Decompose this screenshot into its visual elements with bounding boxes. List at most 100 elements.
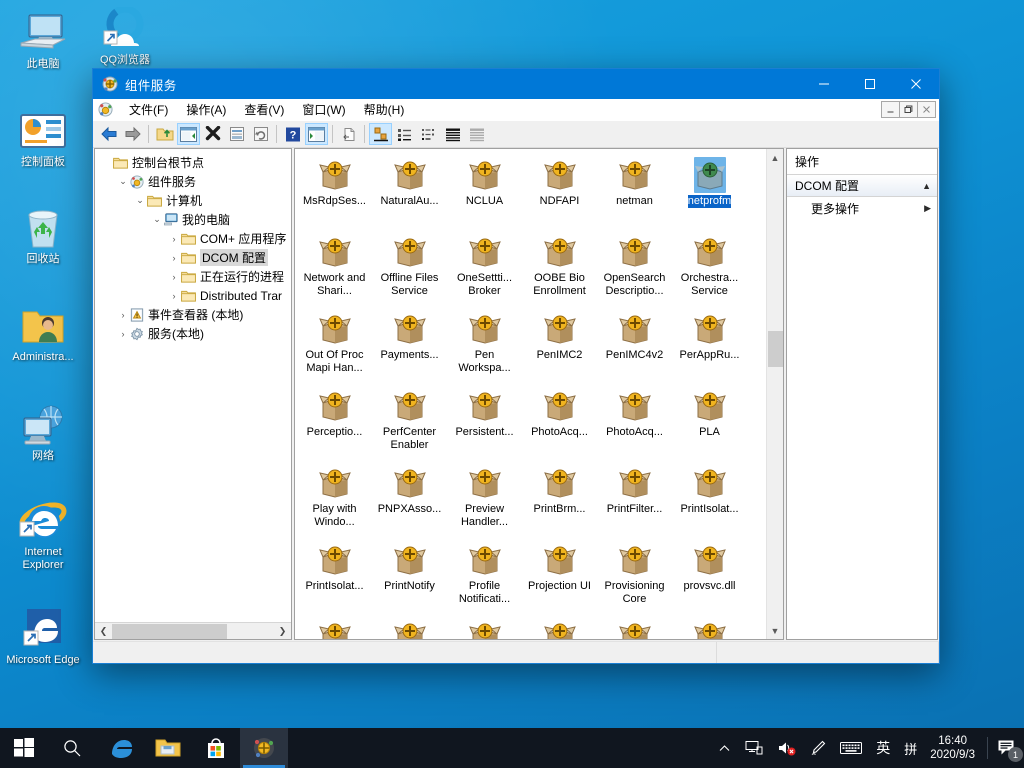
dcom-item[interactable]: Offline Files Service: [372, 230, 447, 307]
dcom-item[interactable]: PrintIsolat...: [297, 538, 372, 615]
tray-chevron-up-icon[interactable]: [711, 728, 738, 768]
tree-horizontal-scrollbar[interactable]: ❮ ❯: [95, 622, 291, 639]
dcom-item[interactable]: [297, 615, 372, 639]
export-list-button[interactable]: [305, 123, 328, 145]
dcom-item[interactable]: OOBE Bio Enrollment: [522, 230, 597, 307]
dcom-item[interactable]: NDFAPI: [522, 153, 597, 230]
small-icons-button[interactable]: [393, 123, 416, 145]
dcom-item[interactable]: PerAppRu...: [672, 307, 747, 384]
dcom-item[interactable]: OpenSearch Descriptio...: [597, 230, 672, 307]
dcom-item[interactable]: OneSettti... Broker: [447, 230, 522, 307]
forward-button[interactable]: [121, 123, 144, 145]
close-button[interactable]: [893, 69, 939, 99]
console-tree[interactable]: 控制台根节点⌄组件服务⌄计算机⌄我的电脑›COM+ 应用程序›DCOM 配置›正…: [95, 149, 291, 622]
menu-help[interactable]: 帮助(H): [355, 99, 414, 120]
chevron-right-icon[interactable]: ›: [167, 272, 181, 282]
scroll-right-arrow-icon[interactable]: ❯: [274, 626, 291, 637]
dcom-item[interactable]: Profile Notificati...: [447, 538, 522, 615]
tree-item-4[interactable]: ›COM+ 应用程序: [99, 229, 291, 248]
dcom-item[interactable]: Preview Handler...: [447, 461, 522, 538]
ime-language-indicator[interactable]: 英: [869, 728, 897, 768]
dcom-item[interactable]: NaturalAu...: [372, 153, 447, 230]
chevron-down-icon[interactable]: ⌄: [133, 195, 147, 206]
back-button[interactable]: [97, 123, 120, 145]
desktop-icon-this-pc[interactable]: 此电脑: [4, 10, 82, 71]
dcom-item[interactable]: PerfCenter Enabler: [372, 384, 447, 461]
help-button[interactable]: ?: [281, 123, 304, 145]
ime-mode-indicator[interactable]: 拼: [897, 728, 924, 768]
dcom-item[interactable]: PrintNotify: [372, 538, 447, 615]
dcom-item[interactable]: MsRdpSes...: [297, 153, 372, 230]
maximize-button[interactable]: [847, 69, 893, 99]
dcom-item[interactable]: netprofm: [672, 153, 747, 230]
dcom-item[interactable]: Projection UI: [522, 538, 597, 615]
network-tray-icon[interactable]: [738, 728, 770, 768]
chevron-right-icon[interactable]: ›: [116, 329, 130, 339]
dcom-item[interactable]: PhotoAcq...: [522, 384, 597, 461]
dcom-item[interactable]: Orchestra... Service: [672, 230, 747, 307]
menu-view[interactable]: 查看(V): [235, 99, 293, 120]
desktop-icon-qq-browser[interactable]: QQ浏览器: [86, 6, 164, 67]
chevron-down-icon[interactable]: ⌄: [116, 176, 130, 187]
large-icons-button[interactable]: [369, 123, 392, 145]
refresh-button[interactable]: [249, 123, 272, 145]
dcom-item[interactable]: Persistent...: [447, 384, 522, 461]
touch-keyboard-tray-icon[interactable]: [833, 728, 869, 768]
edge-icon[interactable]: [96, 728, 144, 768]
desktop-icon-administrator[interactable]: Administra...: [4, 303, 82, 364]
dcom-item[interactable]: PrintBrm...: [522, 461, 597, 538]
action-more-actions[interactable]: 更多操作 ▶: [787, 197, 937, 219]
dcom-item[interactable]: NCLUA: [447, 153, 522, 230]
icon-grid-viewport[interactable]: MsRdpSes...NaturalAu...NCLUANDFAPInetman…: [295, 149, 766, 639]
desktop-icon-microsoft-edge[interactable]: Microsoft Edge: [4, 606, 82, 667]
chevron-right-icon[interactable]: ›: [116, 310, 130, 320]
dcom-item[interactable]: PenIMC2: [522, 307, 597, 384]
desktop-icon-internet-explorer[interactable]: Internet Explorer: [4, 498, 82, 572]
dcom-item[interactable]: Network and Shari...: [297, 230, 372, 307]
chevron-down-icon[interactable]: ⌄: [150, 214, 164, 225]
delete-button[interactable]: [201, 123, 224, 145]
menu-window[interactable]: 窗口(W): [293, 99, 354, 120]
scroll-track[interactable]: [767, 166, 783, 622]
dcom-item[interactable]: PhotoAcq...: [597, 384, 672, 461]
scroll-thumb[interactable]: [112, 624, 227, 639]
properties-button[interactable]: [225, 123, 248, 145]
tree-item-5[interactable]: ›DCOM 配置: [99, 248, 291, 267]
dcom-item[interactable]: PLA: [672, 384, 747, 461]
menu-file[interactable]: 文件(F): [120, 99, 177, 120]
dcom-item[interactable]: PNPXAsso...: [372, 461, 447, 538]
list-vertical-scrollbar[interactable]: ▲ ▼: [766, 149, 783, 639]
scroll-down-arrow-icon[interactable]: ▼: [767, 622, 783, 639]
dcom-item[interactable]: netman: [597, 153, 672, 230]
scroll-thumb[interactable]: [768, 331, 783, 367]
desktop-icon-recycle-bin[interactable]: 回收站: [4, 205, 82, 266]
volume-muted-tray-icon[interactable]: [770, 728, 803, 768]
component-services-taskbar-icon[interactable]: [240, 728, 288, 768]
tree-item-2[interactable]: ⌄计算机: [99, 191, 291, 210]
tree-item-3[interactable]: ⌄我的电脑: [99, 210, 291, 229]
window-titlebar[interactable]: 组件服务: [93, 69, 939, 99]
dcom-item[interactable]: [447, 615, 522, 639]
notification-center-icon[interactable]: 1: [990, 728, 1024, 768]
dcom-item[interactable]: [672, 615, 747, 639]
dcom-item[interactable]: PrintFilter...: [597, 461, 672, 538]
mdi-minimize-button[interactable]: [881, 101, 900, 118]
chevron-right-icon[interactable]: ›: [167, 253, 181, 263]
new-window-button[interactable]: [337, 123, 360, 145]
minimize-button[interactable]: [801, 69, 847, 99]
search-icon[interactable]: [48, 728, 96, 768]
clock[interactable]: 16:40 2020/9/3: [924, 734, 985, 762]
dcom-item[interactable]: PrintIsolat...: [672, 461, 747, 538]
dcom-item[interactable]: Perceptio...: [297, 384, 372, 461]
tree-item-0[interactable]: 控制台根节点: [99, 153, 291, 172]
start-button[interactable]: [0, 728, 48, 768]
actions-group-dcom-config[interactable]: DCOM 配置 ▲: [787, 175, 937, 197]
dcom-item[interactable]: [597, 615, 672, 639]
chevron-right-icon[interactable]: ›: [167, 234, 181, 244]
dcom-item[interactable]: provsvc.dll: [672, 538, 747, 615]
dcom-icon-grid[interactable]: MsRdpSes...NaturalAu...NCLUANDFAPInetman…: [295, 149, 766, 639]
mdi-close-button[interactable]: [917, 101, 936, 118]
pen-tray-icon[interactable]: [803, 728, 833, 768]
dcom-item[interactable]: [372, 615, 447, 639]
dcom-item[interactable]: PenIMC4v2: [597, 307, 672, 384]
